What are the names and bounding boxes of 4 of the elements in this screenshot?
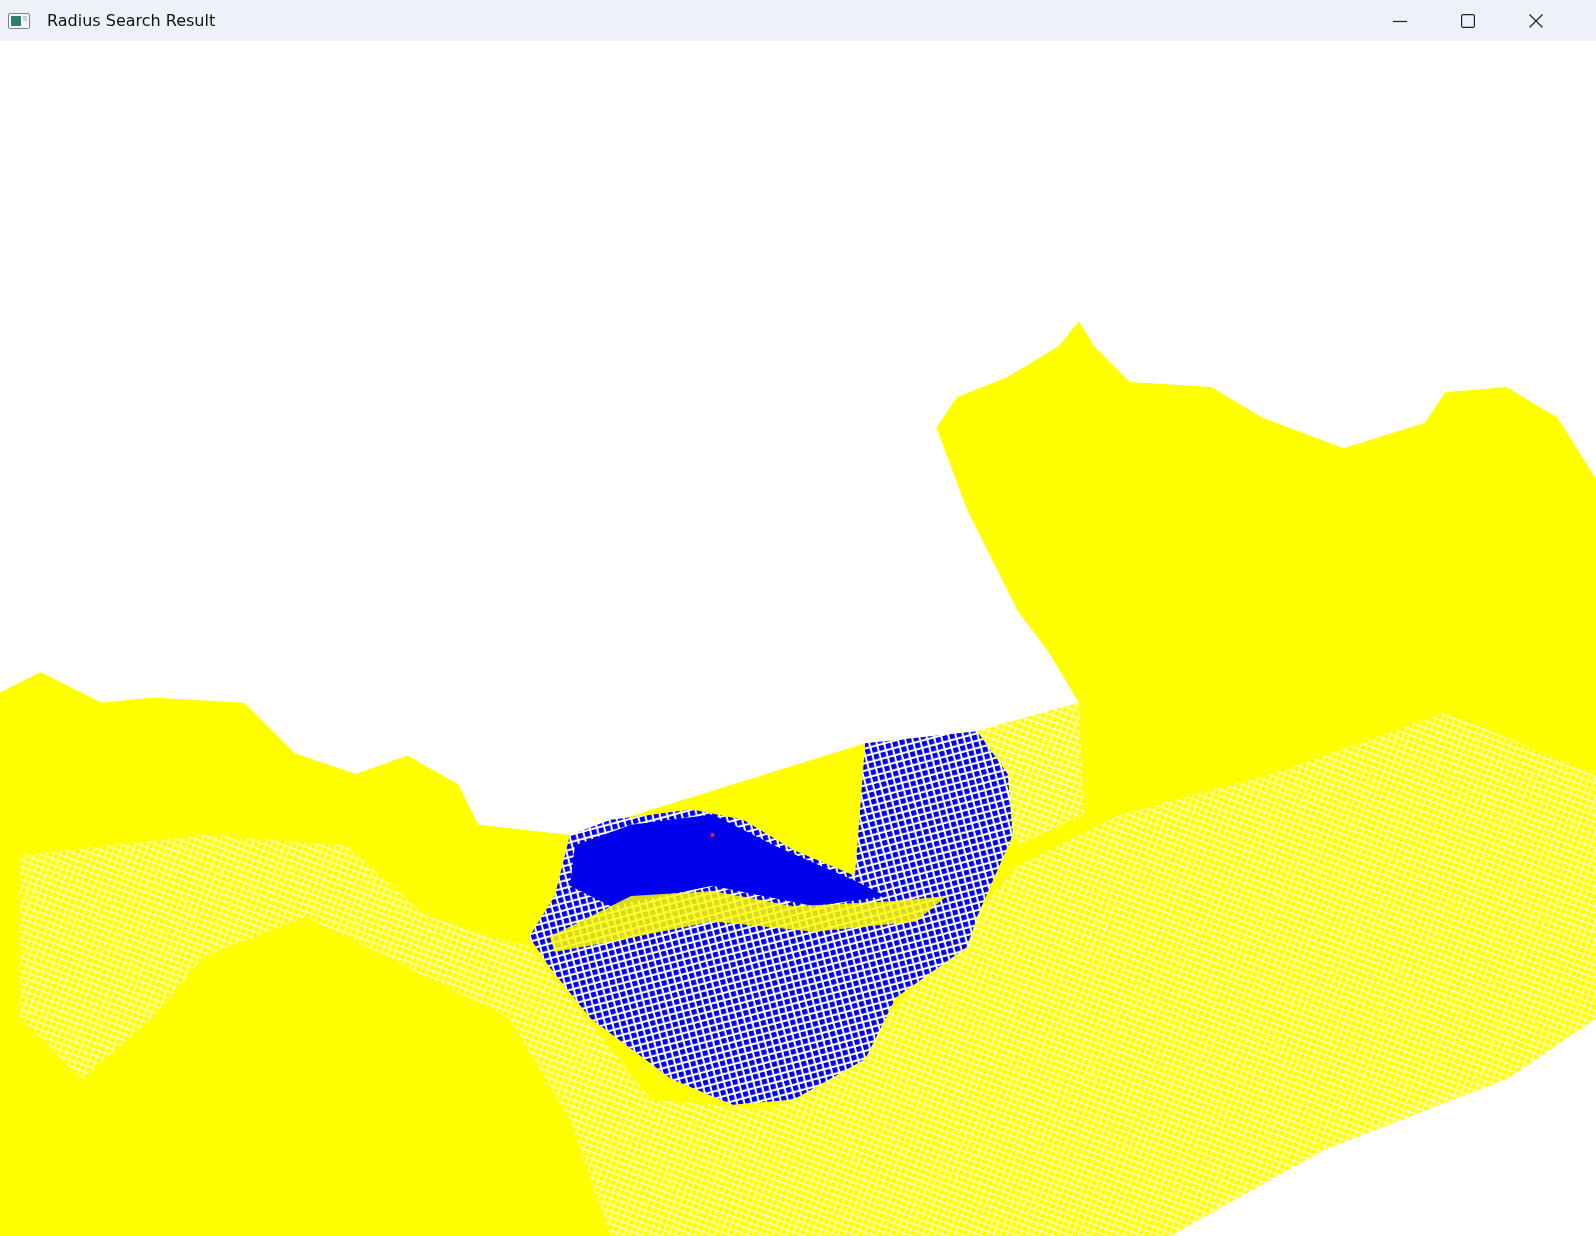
- app-icon: [8, 12, 30, 29]
- maximize-icon[interactable]: [1461, 13, 1475, 28]
- close-icon[interactable]: [1529, 13, 1543, 28]
- window-title: Radius Search Result: [47, 11, 216, 30]
